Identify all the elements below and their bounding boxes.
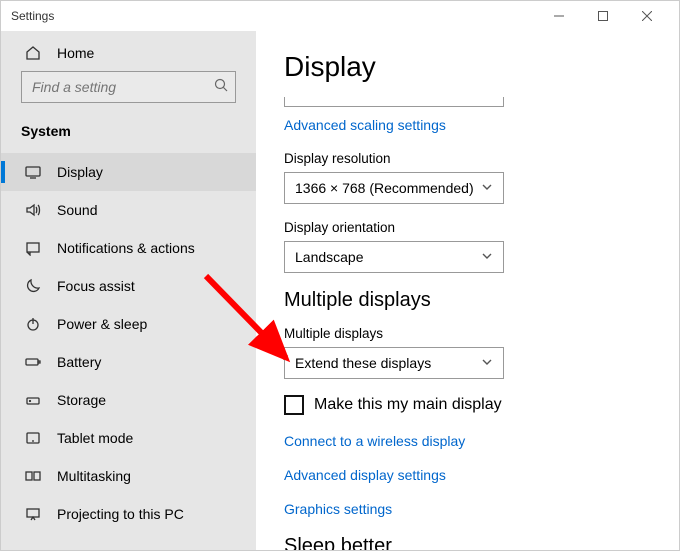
home-label: Home — [57, 45, 94, 61]
sidebar-item-label: Power & sleep — [57, 316, 147, 332]
sleep-better-heading: Sleep better — [284, 535, 651, 550]
sidebar-item-label: Tablet mode — [57, 430, 133, 446]
sidebar-item-battery[interactable]: Battery — [1, 343, 256, 381]
home-icon — [25, 45, 41, 61]
sidebar-item-label: Focus assist — [57, 278, 135, 294]
sidebar-item-focus-assist[interactable]: Focus assist — [1, 267, 256, 305]
tablet-icon — [25, 430, 41, 446]
storage-icon — [25, 392, 41, 408]
window-title: Settings — [11, 9, 54, 23]
main-display-checkbox[interactable] — [284, 395, 304, 415]
search-icon — [214, 78, 228, 97]
close-button[interactable] — [625, 1, 669, 31]
sidebar-item-label: Battery — [57, 354, 101, 370]
page-heading: Display — [284, 51, 651, 83]
multitasking-icon — [25, 468, 41, 484]
sidebar-item-label: Notifications & actions — [57, 240, 195, 256]
multiple-displays-select[interactable]: Extend these displays — [284, 347, 504, 379]
sidebar-item-multitasking[interactable]: Multitasking — [1, 457, 256, 495]
sidebar-item-storage[interactable]: Storage — [1, 381, 256, 419]
advanced-scaling-link[interactable]: Advanced scaling settings — [284, 117, 651, 133]
display-icon — [25, 164, 41, 180]
power-icon — [25, 316, 41, 332]
scaling-box-fragment — [284, 97, 504, 107]
orientation-select[interactable]: Landscape — [284, 241, 504, 273]
section-heading: System — [1, 117, 256, 153]
sidebar-item-label: Projecting to this PC — [57, 506, 184, 522]
home-link[interactable]: Home — [1, 35, 256, 71]
sidebar-item-label: Multitasking — [57, 468, 131, 484]
multiple-displays-heading: Multiple displays — [284, 289, 651, 312]
titlebar: Settings — [1, 1, 679, 31]
content-pane: Display Advanced scaling settings Displa… — [256, 31, 679, 550]
sound-icon — [25, 202, 41, 218]
sidebar-item-display[interactable]: Display — [1, 153, 256, 191]
projecting-icon — [25, 506, 41, 522]
maximize-button[interactable] — [581, 1, 625, 31]
sidebar-item-sound[interactable]: Sound — [1, 191, 256, 229]
wireless-display-link[interactable]: Connect to a wireless display — [284, 433, 651, 449]
resolution-label: Display resolution — [284, 151, 651, 166]
sidebar-item-notifications[interactable]: Notifications & actions — [1, 229, 256, 267]
search-input[interactable] — [21, 71, 236, 103]
resolution-value: 1366 × 768 (Recommended) — [295, 180, 474, 196]
sidebar-item-power-sleep[interactable]: Power & sleep — [1, 305, 256, 343]
advanced-display-link[interactable]: Advanced display settings — [284, 467, 651, 483]
resolution-select[interactable]: 1366 × 768 (Recommended) — [284, 172, 504, 204]
battery-icon — [25, 354, 41, 370]
orientation-label: Display orientation — [284, 220, 651, 235]
minimize-button[interactable] — [537, 1, 581, 31]
focus-assist-icon — [25, 278, 41, 294]
main-display-label: Make this my main display — [314, 396, 502, 414]
sidebar-item-projecting[interactable]: Projecting to this PC — [1, 495, 256, 533]
multiple-displays-value: Extend these displays — [295, 355, 431, 371]
sidebar-item-tablet-mode[interactable]: Tablet mode — [1, 419, 256, 457]
chevron-down-icon — [481, 355, 493, 371]
sidebar-item-label: Sound — [57, 202, 97, 218]
notifications-icon — [25, 240, 41, 256]
sidebar: Home System Display Sound — [1, 31, 256, 550]
sidebar-item-label: Display — [57, 164, 103, 180]
chevron-down-icon — [481, 249, 493, 265]
search-field[interactable] — [32, 79, 214, 95]
chevron-down-icon — [481, 180, 493, 196]
sidebar-item-label: Storage — [57, 392, 106, 408]
multiple-displays-label: Multiple displays — [284, 326, 651, 341]
orientation-value: Landscape — [295, 249, 364, 265]
nav-list: Display Sound Notifications & actions Fo… — [1, 153, 256, 550]
graphics-settings-link[interactable]: Graphics settings — [284, 501, 651, 517]
